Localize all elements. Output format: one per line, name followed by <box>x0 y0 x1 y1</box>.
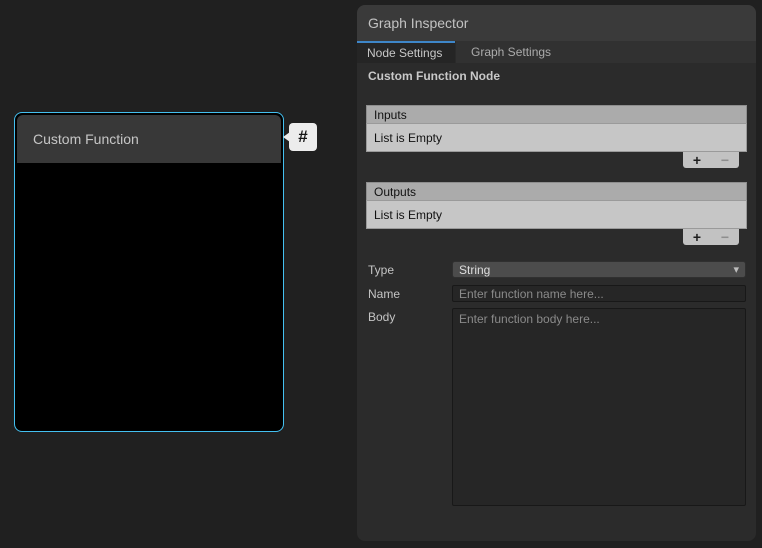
type-dropdown-value: String <box>459 263 490 277</box>
inputs-list-header: Inputs <box>366 105 747 123</box>
outputs-header-label: Outputs <box>374 185 416 199</box>
tab-graph-settings[interactable]: Graph Settings <box>455 41 566 63</box>
inputs-remove-button[interactable]: − <box>721 153 729 167</box>
outputs-empty-row: List is Empty <box>366 200 747 229</box>
type-label: Type <box>368 263 394 277</box>
panel-title: Graph Inspector <box>368 15 468 31</box>
custom-function-node[interactable]: Custom Function <box>14 112 284 432</box>
type-dropdown[interactable]: String ▾ <box>452 261 746 278</box>
inputs-list: Inputs List is Empty <box>366 105 747 152</box>
graph-inspector-panel: Graph Inspector Node Settings Graph Sett… <box>357 5 756 541</box>
outputs-add-button[interactable]: + <box>693 230 701 244</box>
inputs-add-button[interactable]: + <box>693 153 701 167</box>
tab-node-settings[interactable]: Node Settings <box>357 41 455 63</box>
hash-icon: # <box>298 127 307 147</box>
outputs-empty-label: List is Empty <box>374 208 442 222</box>
tab-label: Graph Settings <box>471 45 551 59</box>
panel-header[interactable]: Graph Inspector <box>357 5 756 41</box>
node-code-badge-icon[interactable]: # <box>289 123 317 151</box>
function-name-input[interactable] <box>452 285 746 302</box>
node-title: Custom Function <box>33 131 139 147</box>
body-label: Body <box>368 310 395 324</box>
outputs-list-header: Outputs <box>366 182 747 200</box>
outputs-list: Outputs List is Empty <box>366 182 747 229</box>
inputs-list-footer: + − <box>683 152 739 168</box>
inputs-header-label: Inputs <box>374 108 407 122</box>
name-label: Name <box>368 287 400 301</box>
node-settings-heading: Custom Function Node <box>368 69 500 83</box>
outputs-remove-button[interactable]: − <box>721 230 729 244</box>
inputs-empty-row: List is Empty <box>366 123 747 152</box>
inputs-empty-label: List is Empty <box>374 131 442 145</box>
node-preview-area <box>17 163 281 429</box>
tab-label: Node Settings <box>367 46 442 60</box>
graph-canvas[interactable]: Custom Function # Graph Inspector Node S… <box>0 0 762 548</box>
node-title-bar[interactable]: Custom Function <box>17 115 281 163</box>
node-container: Custom Function <box>17 115 281 429</box>
chevron-down-icon: ▾ <box>733 263 739 276</box>
tab-bar: Node Settings Graph Settings <box>357 41 756 63</box>
outputs-list-footer: + − <box>683 229 739 245</box>
function-body-input[interactable] <box>452 308 746 506</box>
